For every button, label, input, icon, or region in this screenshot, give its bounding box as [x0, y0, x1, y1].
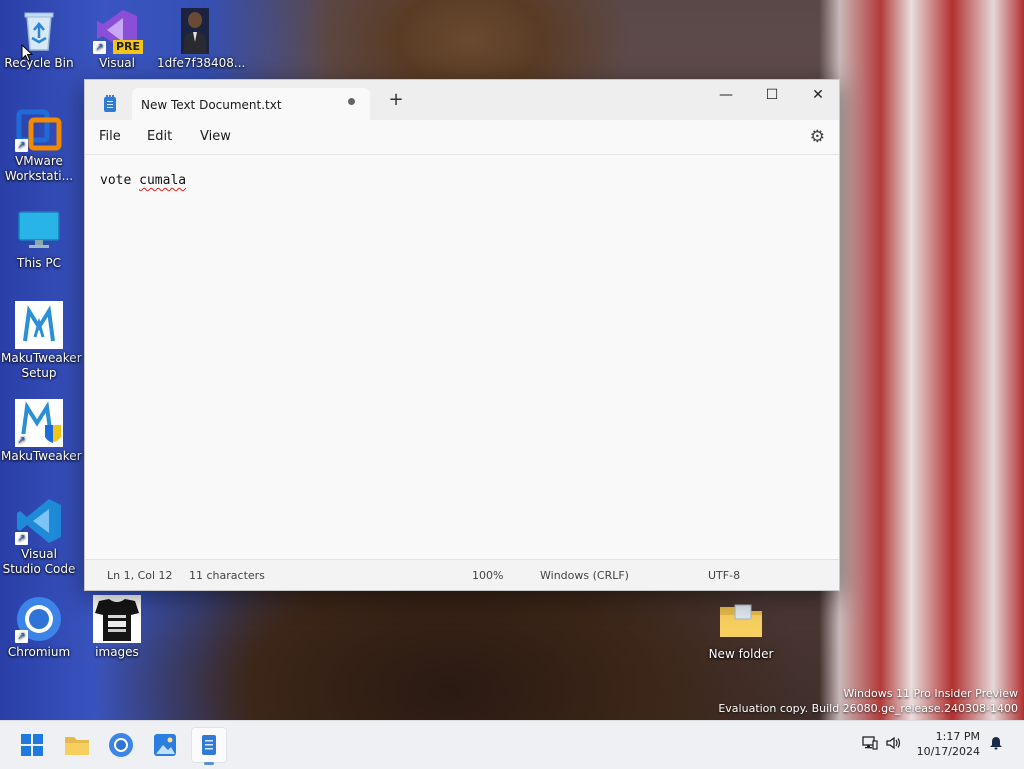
desktop-icon-image-file[interactable]: 1dfe7f38408...	[157, 6, 246, 71]
desktop-icon-visual-studio-preview[interactable]: PRE ↗ Visual Studio 2022 Preview	[79, 6, 155, 71]
desktop-icon-makutweaker[interactable]: ↗ MakuTweaker	[1, 399, 82, 464]
shortcut-arrow-icon: ↗	[15, 630, 28, 643]
clock-time: 1:17 PM	[935, 730, 980, 743]
windows-logo-icon	[21, 734, 43, 756]
menu-bar: File Edit View ⚙	[85, 120, 839, 154]
text-editor[interactable]: vote cumala	[85, 154, 839, 560]
images-file-icon	[93, 595, 141, 643]
notepad-window[interactable]: New Text Document.txt + — ☐ ✕ File Edit …	[84, 79, 840, 591]
desktop-icon-label: VMware Workstati...	[4, 154, 74, 183]
shortcut-arrow-icon: ↗	[15, 434, 28, 447]
shortcut-arrow-icon: ↗	[15, 139, 28, 152]
taskbar-clock[interactable]: 1:17 PM 10/17/2024	[917, 729, 980, 759]
desktop-icon-label: New folder	[708, 647, 774, 661]
unsaved-dot-icon[interactable]	[348, 98, 355, 105]
close-button[interactable]: ✕	[795, 80, 841, 112]
desktop-icon-label: MakuTweaker	[1, 449, 82, 463]
desktop-icon-label: Recycle Bin	[4, 56, 74, 70]
notification-bell-icon[interactable]	[988, 735, 1004, 755]
taskbar: 1:17 PM 10/17/2024	[0, 720, 1024, 769]
taskbar-chromium[interactable]	[103, 727, 139, 763]
desktop-icon-new-folder[interactable]: New folder	[703, 597, 779, 662]
desktop-icon-label: Visual Studio Code	[2, 547, 76, 576]
desktop-icon-label: Visual Studio 2022 Preview	[99, 56, 135, 70]
makutweaker-setup-icon	[15, 301, 63, 349]
mouse-cursor-icon	[21, 43, 34, 66]
watermark-line1: Windows 11 Pro Insider Preview	[843, 687, 1018, 700]
network-icon[interactable]	[862, 735, 878, 755]
settings-gear-icon[interactable]: ⚙	[810, 127, 825, 147]
editor-word-misspelled: cumala	[139, 173, 187, 188]
desktop-icon-images[interactable]: images	[79, 595, 155, 660]
taskbar-photos[interactable]	[147, 727, 183, 763]
image-file-icon	[171, 6, 219, 54]
shortcut-arrow-icon: ↗	[15, 532, 28, 545]
vmware-icon: ↗	[15, 104, 63, 152]
this-pc-icon	[15, 206, 63, 254]
minimize-button[interactable]: —	[703, 80, 749, 112]
preview-badge: PRE	[112, 40, 143, 54]
taskbar-notepad[interactable]	[191, 727, 227, 765]
desktop-icon-vscode[interactable]: ↗ Visual Studio Code	[1, 497, 77, 577]
watermark-line2: Evaluation copy. Build 26080.ge_release.…	[718, 702, 1018, 715]
taskbar-file-explorer[interactable]	[59, 727, 95, 763]
maximize-button[interactable]: ☐	[749, 80, 795, 112]
tab-document[interactable]: New Text Document.txt	[132, 88, 370, 121]
desktop-icon-recycle-bin[interactable]: Recycle Bin	[1, 6, 77, 71]
desktop-icon-label: MakuTweaker Setup	[1, 351, 82, 380]
title-bar[interactable]: New Text Document.txt + — ☐ ✕	[85, 80, 841, 121]
desktop-icon-vmware[interactable]: ↗ VMware Workstati...	[1, 104, 77, 184]
menu-edit[interactable]: Edit	[147, 129, 172, 144]
folder-icon	[65, 737, 89, 755]
makutweaker-icon: ↗	[15, 399, 63, 447]
evaluation-watermark: Windows 11 Pro Insider Preview Evaluatio…	[718, 686, 1018, 716]
menu-view[interactable]: View	[200, 129, 231, 144]
menu-file[interactable]: File	[99, 129, 121, 144]
clock-date: 10/17/2024	[916, 745, 980, 758]
chromium-icon	[109, 733, 133, 757]
volume-icon[interactable]	[885, 735, 901, 755]
desktop-icon-label: Chromium	[7, 645, 71, 659]
line-ending[interactable]: Windows (CRLF)	[540, 569, 629, 582]
desktop-icon-this-pc[interactable]: This PC	[1, 206, 77, 271]
tab-title: New Text Document.txt	[141, 98, 282, 112]
status-bar: Ln 1, Col 12 11 characters 100% Windows …	[85, 559, 839, 590]
notepad-icon	[202, 735, 216, 755]
notepad-icon	[104, 95, 116, 112]
desktop-icon-chromium[interactable]: ↗ Chromium	[1, 595, 77, 660]
vscode-icon: ↗	[15, 497, 63, 545]
start-button[interactable]	[14, 727, 50, 763]
visual-studio-preview-icon: PRE ↗	[93, 6, 143, 54]
shortcut-arrow-icon: ↗	[93, 41, 106, 54]
desktop-icon-label: 1dfe7f38408...	[157, 56, 246, 70]
character-count: 11 characters	[189, 569, 265, 582]
desktop-icon-label: images	[95, 645, 139, 659]
editor-word: vote	[100, 173, 132, 188]
encoding[interactable]: UTF-8	[708, 569, 740, 582]
active-indicator	[204, 762, 214, 765]
desktop-icon-label: This PC	[17, 256, 61, 270]
new-tab-button[interactable]: +	[386, 90, 406, 110]
photos-icon	[154, 734, 176, 756]
cursor-position: Ln 1, Col 12	[107, 569, 173, 582]
folder-icon	[717, 597, 765, 645]
zoom-level[interactable]: 100%	[472, 569, 503, 582]
chromium-icon: ↗	[15, 595, 63, 643]
desktop-icon-makutweaker-setup[interactable]: MakuTweaker Setup	[1, 301, 82, 381]
